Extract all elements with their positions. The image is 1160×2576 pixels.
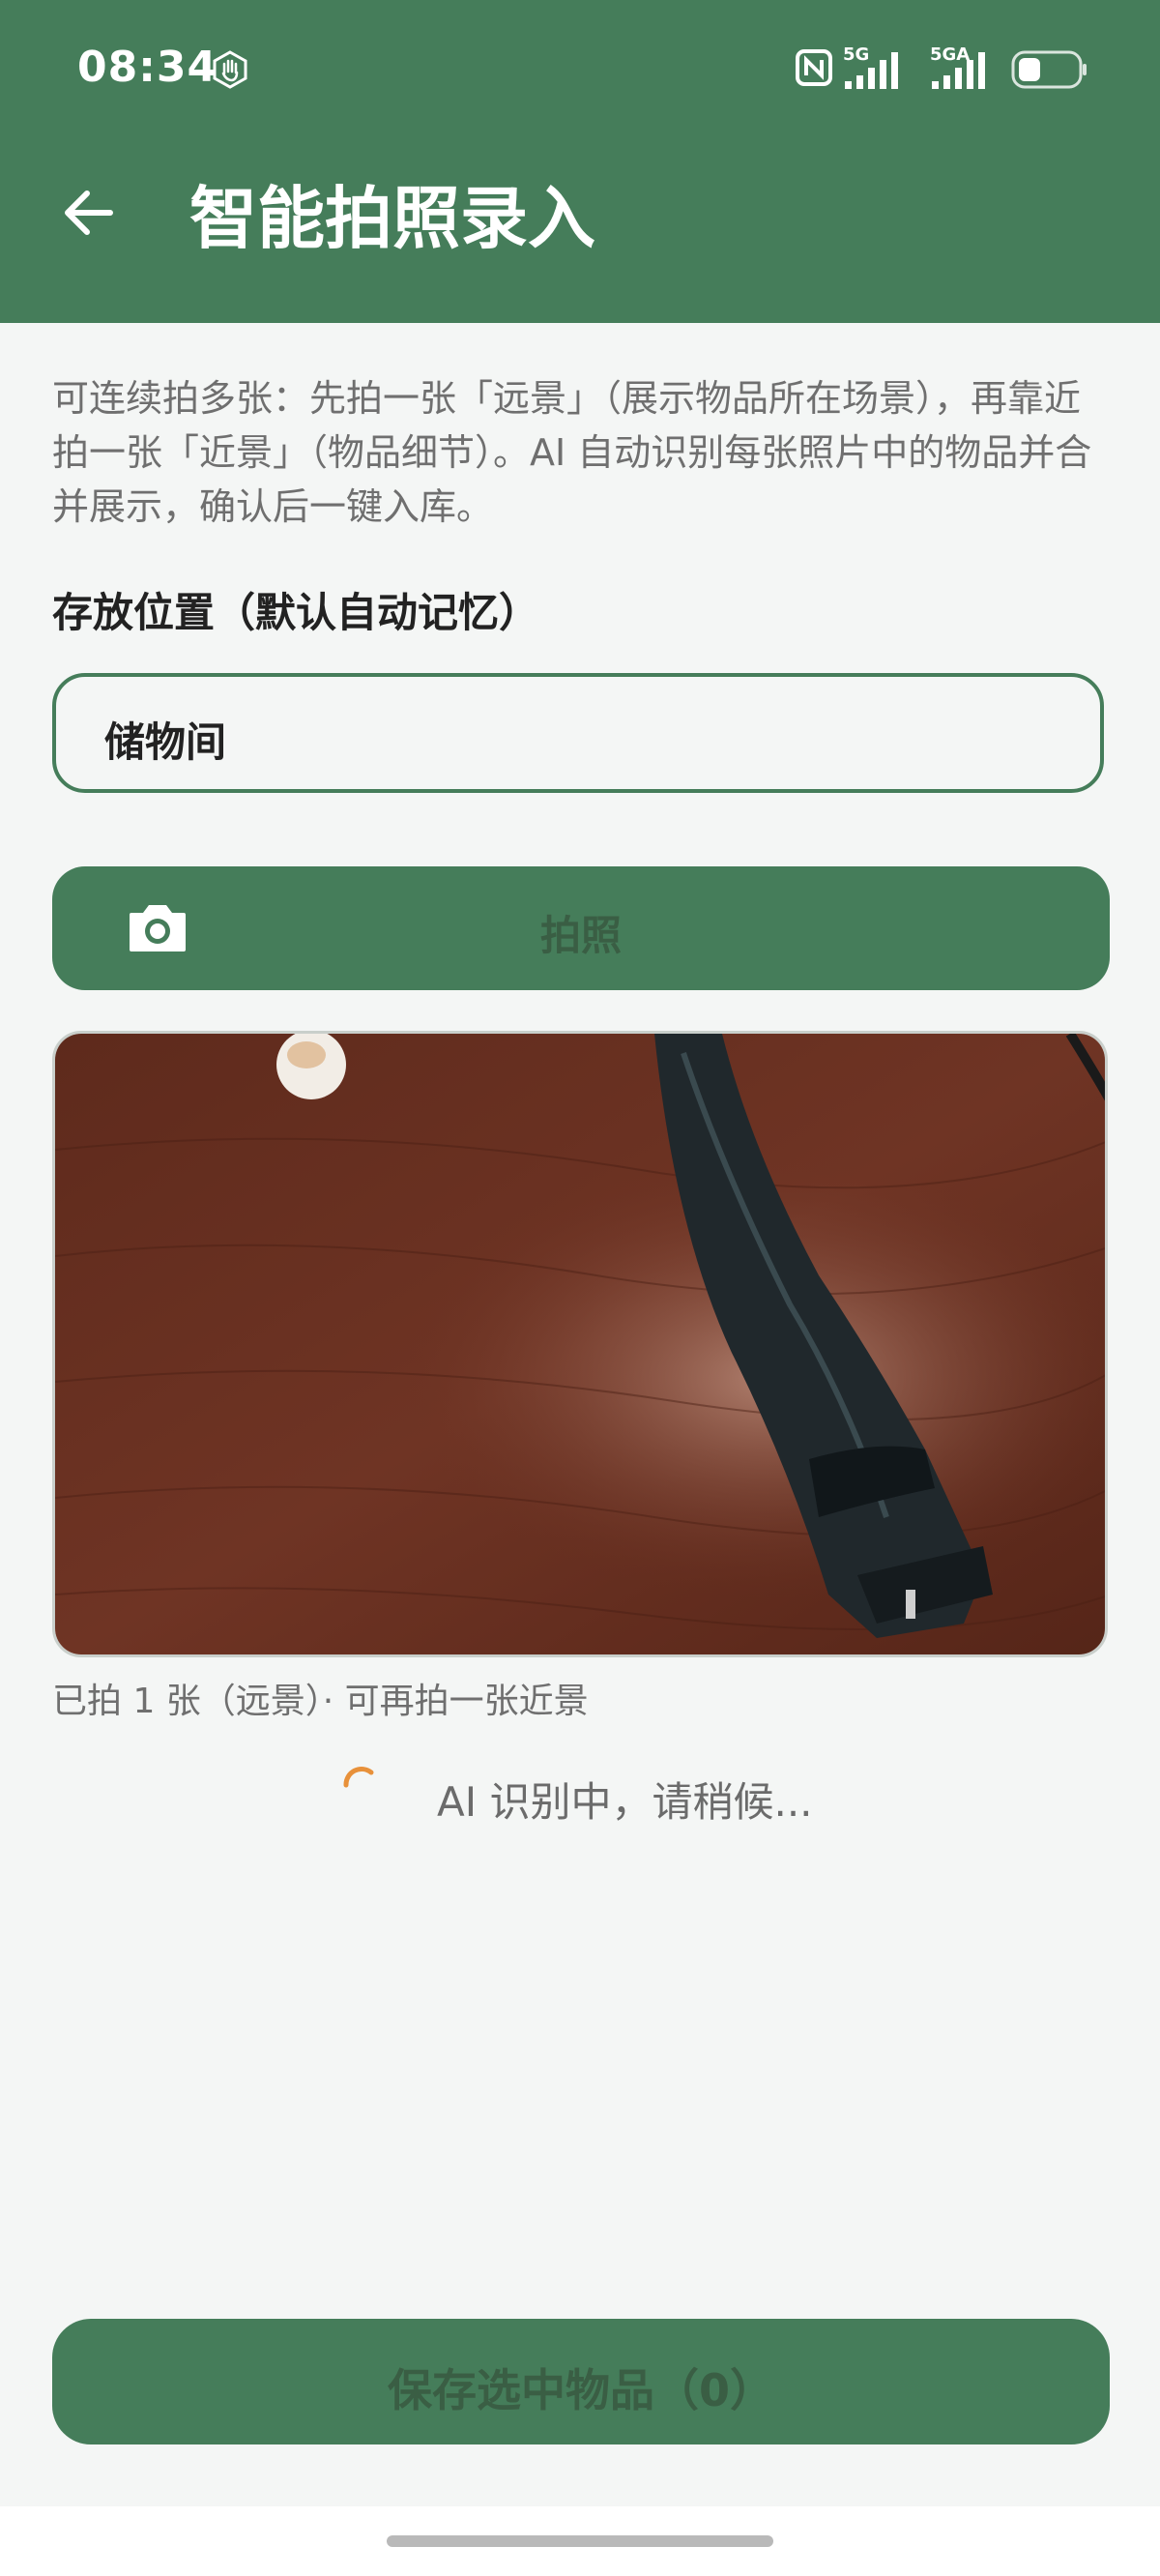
photo-caption: 已拍 1 张（远景）· 可再拍一张近景 bbox=[52, 1682, 589, 1721]
location-value: 储物间 bbox=[104, 718, 227, 766]
status-time: 08:34 bbox=[77, 43, 218, 92]
save-selected-button[interactable]: 保存选中物品（0） bbox=[52, 2319, 1110, 2444]
home-indicator[interactable] bbox=[387, 2535, 773, 2547]
toolbar: 智能拍照录入 bbox=[0, 164, 1160, 280]
page-title: 智能拍照录入 bbox=[189, 179, 595, 258]
save-selected-label: 保存选中物品（0） bbox=[387, 2364, 774, 2416]
loading-text: AI 识别中，请稍候... bbox=[437, 1778, 813, 1826]
app-header: 08:34 5G 5GA 智能拍照录入 bbox=[0, 0, 1160, 323]
take-photo-button[interactable]: 拍照 bbox=[52, 866, 1110, 990]
arrow-left-icon bbox=[65, 190, 113, 235]
location-label: 存放位置（默认自动记忆） bbox=[52, 589, 540, 636]
hand-icon bbox=[213, 50, 247, 89]
intro-text: 可连续拍多张：先拍一张「远景」（展示物品所在场景），再靠近拍一张「近景」（物品细… bbox=[52, 377, 1092, 528]
signal-icon bbox=[845, 52, 898, 89]
take-photo-label: 拍照 bbox=[539, 912, 622, 959]
back-button[interactable] bbox=[54, 178, 124, 248]
navigation-bar bbox=[0, 2506, 1160, 2576]
location-field[interactable]: 储物间 bbox=[52, 673, 1104, 793]
photo-image bbox=[55, 1034, 1105, 1654]
signal-icon bbox=[932, 52, 985, 89]
nfc-icon bbox=[796, 49, 832, 86]
battery-icon bbox=[1011, 50, 1087, 89]
loading-spinner-icon bbox=[343, 1767, 374, 1788]
captured-photo[interactable] bbox=[52, 1031, 1108, 1657]
